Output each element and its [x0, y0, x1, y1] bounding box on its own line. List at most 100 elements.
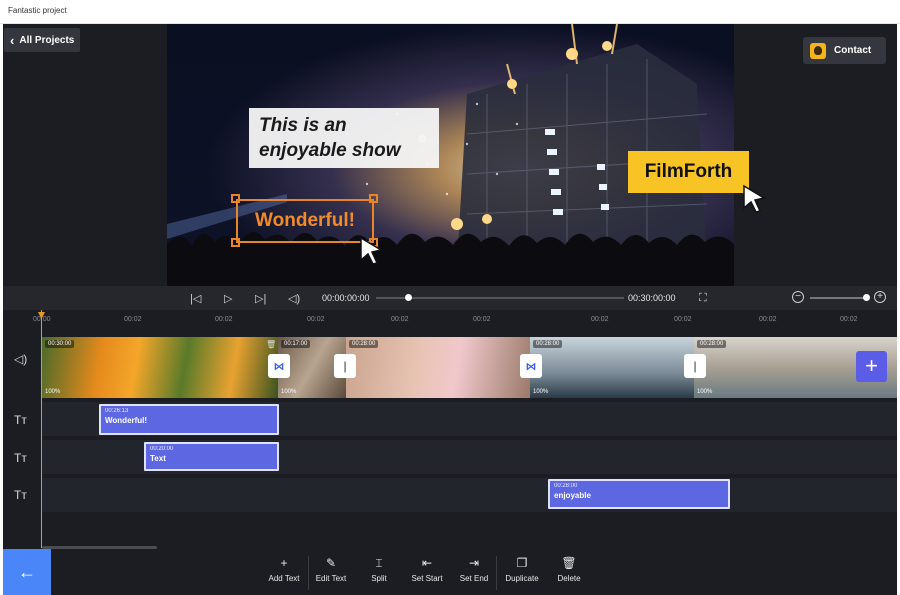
brand-text-label: FilmForth	[644, 161, 733, 182]
split-marker-icon[interactable]: |	[334, 354, 356, 378]
skip-back-icon[interactable]: |◁	[190, 292, 201, 305]
clip-volume: 100%	[533, 389, 549, 395]
add-text-button[interactable]: + Add Text	[266, 556, 302, 590]
zoom-in-button[interactable]: +	[874, 291, 886, 303]
play-icon[interactable]: ▷	[224, 292, 232, 305]
trash-icon[interactable]: 🗑	[266, 340, 276, 349]
split-button[interactable]: ⌶ Split	[364, 556, 394, 590]
duplicate-button[interactable]: ❐ Duplicate	[503, 556, 541, 590]
text-clip-name: Wonderful!	[105, 416, 148, 425]
skip-forward-icon[interactable]: ▷|	[255, 292, 266, 305]
mouse-pointer-icon	[743, 184, 766, 213]
resize-handle-top-left[interactable]	[231, 194, 240, 203]
split-icon: ⌶	[375, 556, 383, 570]
brand-text-overlay[interactable]: FilmForth	[628, 151, 749, 193]
edit-text-label: Edit Text	[315, 574, 347, 583]
duplicate-label: Duplicate	[505, 574, 539, 583]
split-marker-icon[interactable]: |	[684, 354, 706, 378]
clip-duration: 00:28:00	[349, 340, 379, 348]
edit-icon: ✎	[325, 556, 337, 570]
window-title: Fantastic project	[8, 6, 67, 15]
ruler-tick: 00:02	[391, 316, 409, 323]
video-editor-window: Fantastic project ‹ All Projects Contact	[0, 0, 900, 595]
contact-button[interactable]: Contact	[803, 37, 886, 64]
set-end-button[interactable]: ⇥ Set End	[458, 556, 490, 590]
resize-handle-top-right[interactable]	[369, 194, 378, 203]
text-clip-duration: 00:20:00	[150, 446, 174, 452]
caption-text-overlay[interactable]: This is an enjoyable show	[249, 108, 439, 168]
text-clip[interactable]: 00:28:00 enjoyable	[548, 479, 730, 509]
timeline-ruler[interactable]	[3, 310, 897, 337]
total-time: 00:30:00:00	[628, 293, 676, 303]
arrow-left-icon: ←	[18, 561, 36, 582]
video-clip[interactable]: 00:28:00	[346, 337, 530, 398]
ruler-tick: 00:02	[759, 316, 777, 323]
ruler-tick: 00:02	[591, 316, 609, 323]
trash-icon: 🗑	[561, 556, 577, 570]
zoom-slider-track[interactable]	[810, 297, 868, 299]
text-track-icon: Tт	[14, 488, 27, 502]
mouse-pointer-icon	[360, 236, 383, 265]
text-track-icon: Tт	[14, 413, 27, 427]
transition-icon[interactable]: ⋈	[268, 354, 290, 378]
clip-volume: 100%	[281, 389, 297, 395]
ruler-tick: 00:02	[473, 316, 491, 323]
chevron-left-icon: ‹	[10, 32, 15, 48]
audio-track-icon[interactable]: ◁)	[14, 352, 27, 366]
support-avatar-icon	[810, 42, 826, 59]
text-track-icon: Tт	[14, 451, 27, 465]
transition-icon[interactable]: ⋈	[520, 354, 542, 378]
delete-button[interactable]: 🗑 Delete	[553, 556, 585, 590]
fullscreen-icon[interactable]: ⛶	[699, 292, 707, 305]
text-clip-name: Text	[150, 454, 166, 463]
text-clip-duration: 00:26:13	[105, 408, 129, 414]
clip-duration: 00:17:00	[281, 340, 311, 348]
ruler-tick: 00:02	[215, 316, 233, 323]
add-text-label: Add Text	[268, 574, 300, 583]
all-projects-label: All Projects	[19, 34, 75, 46]
clip-duration: 00:30:00	[45, 340, 75, 348]
clip-duration: 00:28:00	[533, 340, 563, 348]
text-clip-name: enjoyable	[554, 491, 591, 500]
playback-scrubber-handle[interactable]	[405, 294, 412, 301]
bottom-toolbar	[3, 549, 897, 595]
add-clip-button[interactable]: +	[856, 351, 887, 382]
ruler-tick: 00:02	[840, 316, 858, 323]
video-track: 00:30:00 100% 00:17:00 100% 00:28:00 00:…	[42, 337, 897, 398]
ruler-tick: 00:02	[674, 316, 692, 323]
volume-icon[interactable]: ◁)	[288, 292, 300, 305]
timeline-playhead[interactable]	[41, 310, 42, 548]
caption-line-1: This is an	[259, 115, 347, 136]
text-track-lane	[42, 478, 897, 512]
clip-volume: 100%	[697, 389, 713, 395]
video-clip[interactable]: 00:28:00 100%	[530, 337, 694, 398]
all-projects-button[interactable]: ‹ All Projects	[4, 28, 80, 52]
contact-label: Contact	[834, 45, 872, 56]
set-end-icon: ⇥	[468, 556, 480, 570]
ruler-tick: 00:02	[124, 316, 142, 323]
text-clip[interactable]: 00:26:13 Wonderful!	[99, 404, 279, 435]
selected-text-overlay[interactable]: Wonderful!	[236, 199, 374, 243]
text-clip[interactable]: 00:20:00 Text	[144, 442, 279, 471]
zoom-slider-handle[interactable]	[863, 294, 870, 301]
set-start-icon: ⇤	[421, 556, 433, 570]
playback-scrubber-track[interactable]	[376, 297, 624, 299]
current-time: 00:00:00:00	[322, 293, 370, 303]
back-button[interactable]: ←	[3, 549, 51, 595]
toolbar-divider	[308, 556, 309, 590]
ruler-tick: 00:02	[307, 316, 325, 323]
edit-text-button[interactable]: ✎ Edit Text	[313, 556, 349, 590]
video-clip[interactable]: 00:30:00 100%	[42, 337, 278, 398]
set-start-label: Set Start	[411, 574, 443, 583]
selected-text-label: Wonderful!	[255, 210, 355, 231]
toolbar-divider	[496, 556, 497, 590]
set-start-button[interactable]: ⇤ Set Start	[409, 556, 445, 590]
zoom-out-button[interactable]: −	[792, 291, 804, 303]
duplicate-icon: ❐	[516, 556, 528, 570]
caption-line-2: enjoyable show	[259, 140, 401, 161]
clip-volume: 100%	[45, 389, 61, 395]
text-clip-duration: 00:28:00	[554, 483, 578, 489]
resize-handle-bottom-left[interactable]	[231, 238, 240, 247]
plus-icon: +	[280, 556, 288, 570]
clip-duration: 00:28:00	[697, 340, 727, 348]
